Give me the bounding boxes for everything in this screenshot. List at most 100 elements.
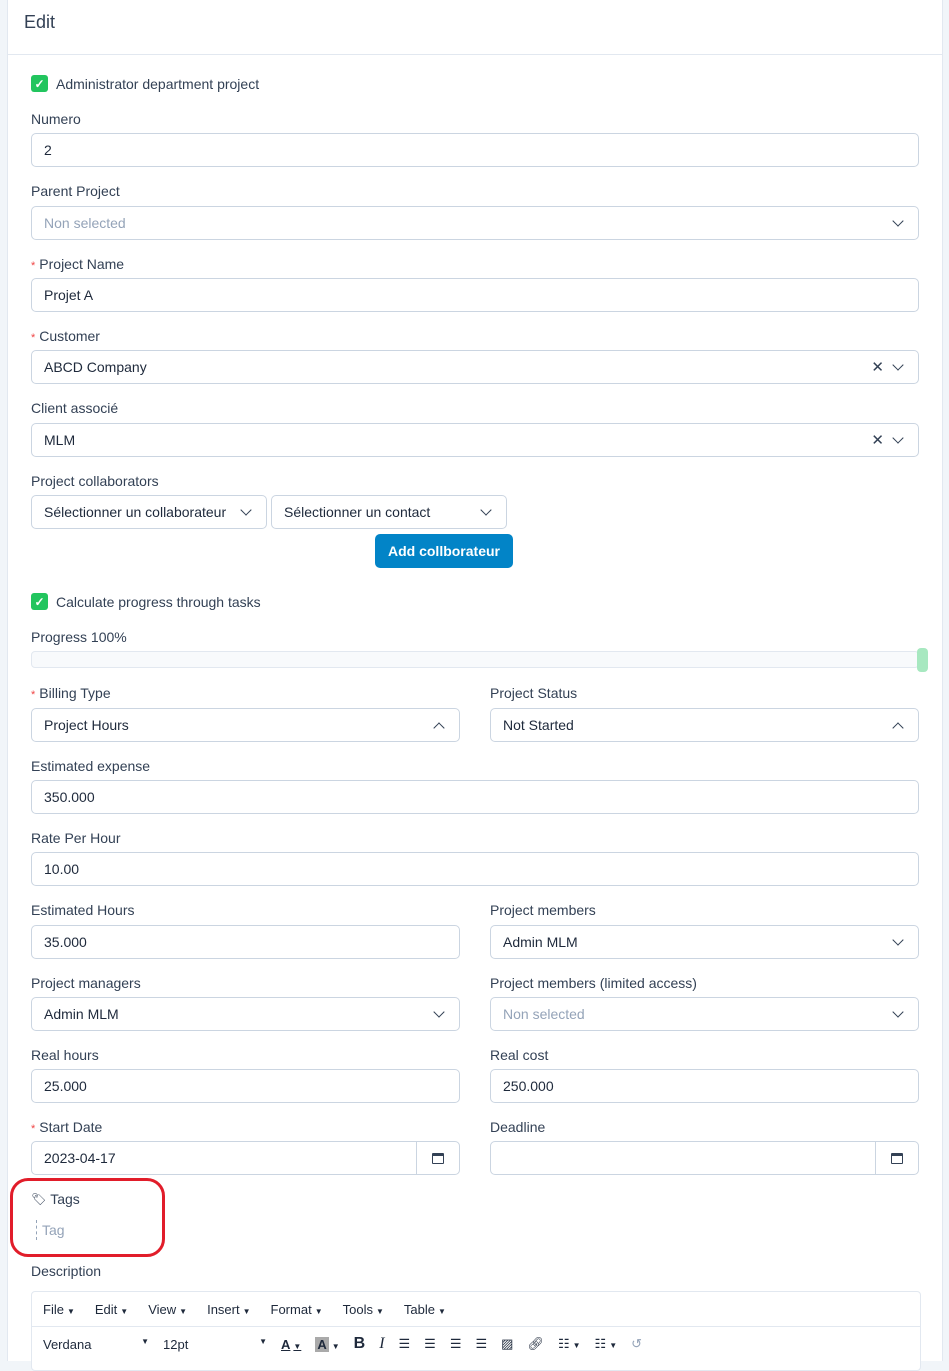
- estimated-expense-input[interactable]: 350.000: [31, 780, 919, 814]
- real-cost-label: Real cost: [490, 1047, 549, 1063]
- client-associe-value: MLM: [44, 432, 76, 448]
- rate-per-hour-value: 10.00: [44, 861, 80, 877]
- project-name-label: * Project Name: [31, 256, 125, 272]
- link-icon[interactable]: 🔗︎: [527, 1336, 544, 1352]
- real-hours-label: Real hours: [31, 1047, 99, 1063]
- chevron-down-icon: [892, 215, 904, 227]
- image-icon[interactable]: ▨: [501, 1336, 513, 1352]
- start-date-label: * Start Date: [31, 1119, 103, 1135]
- numero-value: 2: [44, 142, 52, 158]
- estimated-hours-label: Estimated Hours: [31, 902, 135, 918]
- deadline-label: Deadline: [490, 1119, 546, 1135]
- contact-select-value: Sélectionner un contact: [284, 504, 431, 520]
- members-limited-select[interactable]: Non selected: [490, 997, 919, 1031]
- rate-per-hour-input[interactable]: 10.00: [31, 852, 919, 886]
- align-center-icon[interactable]: ☰: [424, 1336, 436, 1352]
- align-left-icon[interactable]: ☰: [399, 1336, 411, 1352]
- estimated-expense-label: Estimated expense: [31, 758, 151, 774]
- background-color-icon[interactable]: A ▼: [315, 1336, 340, 1352]
- project-managers-label: Project managers: [31, 975, 141, 991]
- collaborators-label: Project collaborators: [31, 473, 159, 489]
- collaborator-select[interactable]: Sélectionner un collaborateur: [31, 495, 267, 529]
- add-collaborator-button[interactable]: Add collborateur: [375, 534, 513, 568]
- numero-label: Numero: [31, 111, 81, 127]
- text-color-icon[interactable]: A ▼: [281, 1337, 301, 1352]
- editor-toolbar: Verdana ▼ 12pt ▼ A ▼ A ▼ B I ☰ ☰ ☰ ☰ ▨ 🔗︎ ☷ ▼…: [32, 1327, 920, 1361]
- billing-type-value: Project Hours: [44, 717, 129, 733]
- parent-project-select[interactable]: Non selected: [31, 206, 919, 240]
- customer-value: ABCD Company: [44, 359, 147, 375]
- real-hours-value: 25.000: [44, 1078, 87, 1094]
- parent-project-label: Parent Project: [31, 183, 120, 199]
- collaborator-select-value: Sélectionner un collaborateur: [44, 504, 227, 520]
- contact-select[interactable]: Sélectionner un contact: [271, 495, 507, 529]
- chevron-down-icon: [892, 934, 904, 946]
- project-members-value: Admin MLM: [503, 934, 578, 950]
- clear-icon[interactable]: ✕: [871, 431, 884, 449]
- project-members-select[interactable]: Admin MLM: [490, 925, 919, 959]
- customer-select[interactable]: ABCD Company ✕: [31, 350, 919, 384]
- progress-slider-handle[interactable]: [917, 648, 928, 672]
- project-managers-value: Admin MLM: [44, 1006, 119, 1022]
- estimated-hours-value: 35.000: [44, 934, 87, 950]
- align-justify-icon[interactable]: ☰: [475, 1336, 487, 1352]
- description-label: Description: [31, 1263, 102, 1279]
- menu-view[interactable]: View ▼: [148, 1302, 187, 1317]
- client-associe-select[interactable]: MLM ✕: [31, 423, 919, 457]
- project-status-value: Not Started: [503, 717, 574, 733]
- numbered-list-icon[interactable]: ☷ ▼: [595, 1336, 618, 1352]
- estimated-hours-input[interactable]: 35.000: [31, 925, 460, 959]
- italic-icon[interactable]: I: [379, 1335, 384, 1353]
- rich-text-editor[interactable]: File ▼ Edit ▼ View ▼ Insert ▼ Format ▼ Tools ▼…: [31, 1291, 921, 1371]
- chevron-down-icon: [892, 359, 904, 371]
- menu-file[interactable]: File ▼: [43, 1302, 75, 1317]
- chevron-up-icon: [433, 722, 445, 734]
- billing-type-select[interactable]: Project Hours: [31, 708, 460, 742]
- chevron-down-icon: [892, 1006, 904, 1018]
- font-size-select[interactable]: 12pt ▼: [163, 1337, 267, 1352]
- menu-edit[interactable]: Edit ▼: [95, 1302, 128, 1317]
- client-associe-label: Client associé: [31, 400, 119, 416]
- progress-slider-track[interactable]: [31, 651, 919, 668]
- calendar-button[interactable]: [416, 1142, 459, 1174]
- tags-label: 🏷︎ Tags: [31, 1191, 80, 1207]
- chevron-up-icon: [892, 722, 904, 734]
- clear-icon[interactable]: ✕: [871, 358, 884, 376]
- page-title: Edit: [24, 12, 56, 32]
- rate-per-hour-label: Rate Per Hour: [31, 830, 121, 846]
- deadline-input[interactable]: [490, 1141, 919, 1175]
- chevron-down-icon: [433, 1006, 445, 1018]
- members-limited-placeholder: Non selected: [503, 1006, 585, 1022]
- billing-type-label: * Billing Type: [31, 685, 111, 701]
- real-hours-input[interactable]: 25.000: [31, 1069, 460, 1103]
- project-status-select[interactable]: Not Started: [490, 708, 919, 742]
- admin-department-checkbox[interactable]: ✓ Administrator department project: [31, 75, 259, 92]
- menu-tools[interactable]: Tools ▼: [343, 1302, 384, 1317]
- start-date-input[interactable]: 2023-04-17: [31, 1141, 460, 1175]
- bullet-list-icon[interactable]: ☷ ▼: [558, 1336, 581, 1352]
- project-name-value: Projet A: [44, 287, 94, 303]
- calendar-icon: [432, 1152, 444, 1164]
- real-cost-input[interactable]: 250.000: [490, 1069, 919, 1103]
- menu-format[interactable]: Format ▼: [271, 1302, 323, 1317]
- calendar-button[interactable]: [875, 1142, 918, 1174]
- bold-icon[interactable]: B: [354, 1335, 366, 1353]
- editor-menubar: File ▼ Edit ▼ View ▼ Insert ▼ Format ▼ Tools ▼…: [32, 1292, 920, 1327]
- menu-insert[interactable]: Insert ▼: [207, 1302, 250, 1317]
- chevron-down-icon: [892, 432, 904, 444]
- align-right-icon[interactable]: ☰: [450, 1336, 462, 1352]
- estimated-expense-value: 350.000: [44, 789, 95, 805]
- chevron-down-icon: [240, 504, 252, 516]
- customer-label: * Customer: [31, 328, 100, 344]
- calculate-progress-checkbox[interactable]: ✓ Calculate progress through tasks: [31, 593, 261, 610]
- project-managers-select[interactable]: Admin MLM: [31, 997, 460, 1031]
- tag-input[interactable]: Tag: [36, 1220, 65, 1240]
- font-family-select[interactable]: Verdana ▼: [43, 1337, 149, 1352]
- divider: [7, 54, 943, 55]
- checkbox-checked-icon: ✓: [31, 75, 48, 92]
- members-limited-label: Project members (limited access): [490, 975, 697, 991]
- numero-input[interactable]: 2: [31, 133, 919, 167]
- history-icon[interactable]: ↺: [631, 1336, 642, 1352]
- menu-table[interactable]: Table ▼: [404, 1302, 446, 1317]
- project-name-input[interactable]: Projet A: [31, 278, 919, 312]
